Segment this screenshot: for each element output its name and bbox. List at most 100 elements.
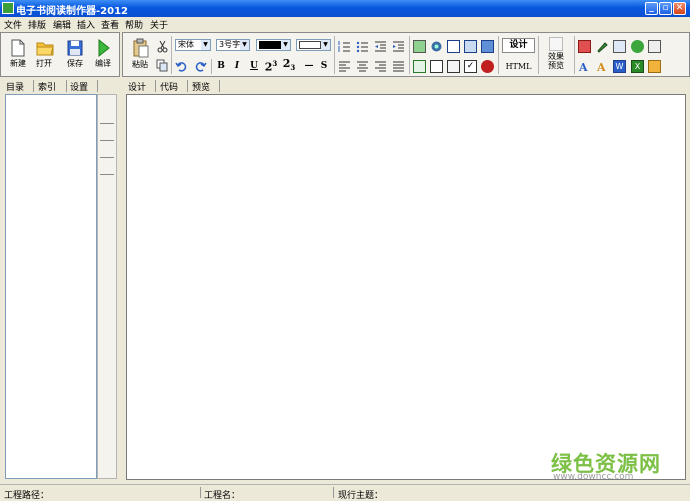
- chevron-down-icon: ▼: [201, 40, 210, 50]
- rainbow-text-icon[interactable]: A: [596, 60, 609, 74]
- design-mode-button[interactable]: 设计: [502, 38, 535, 53]
- text-color-select[interactable]: ▼: [256, 39, 291, 51]
- menu-insert[interactable]: 插入: [77, 18, 95, 31]
- app-icon: [2, 2, 14, 14]
- left-side-strip: [97, 94, 117, 479]
- insert-grid-icon[interactable]: [481, 40, 494, 53]
- superscript-button[interactable]: 23: [264, 57, 278, 74]
- tab-divider: [97, 80, 98, 92]
- align-left-icon[interactable]: [338, 60, 351, 73]
- menu-edit[interactable]: 编辑: [53, 18, 71, 31]
- settings-icon[interactable]: [648, 40, 661, 53]
- insert-frame-icon[interactable]: [447, 40, 460, 53]
- undo-icon[interactable]: [175, 60, 188, 73]
- globe-icon[interactable]: [631, 40, 644, 53]
- toolbar-separator: [334, 36, 335, 74]
- chevron-down-icon: ▼: [281, 40, 290, 50]
- tab-preview[interactable]: 预览: [192, 80, 210, 93]
- underline-button[interactable]: U: [247, 59, 261, 73]
- tab-design[interactable]: 设计: [128, 80, 146, 93]
- word-icon[interactable]: W: [613, 60, 626, 73]
- compile-label: 编译: [95, 59, 111, 68]
- palette-icon[interactable]: [648, 60, 661, 73]
- insert-link-icon[interactable]: [413, 60, 426, 73]
- menu-view[interactable]: 查看: [101, 18, 119, 31]
- clipboard-icon: [132, 38, 149, 58]
- new-button[interactable]: 新建: [8, 39, 28, 69]
- preview-effect-button[interactable]: 效果预览: [541, 37, 571, 75]
- save-button[interactable]: 保存: [65, 39, 85, 69]
- insert-table-icon[interactable]: [464, 40, 477, 53]
- tab-code[interactable]: 代码: [160, 80, 178, 93]
- chevron-down-icon: ▼: [321, 40, 330, 50]
- italic-button[interactable]: I: [230, 59, 244, 73]
- size-select[interactable]: 3号字 ▼: [216, 39, 250, 51]
- excel-icon[interactable]: X: [631, 60, 644, 73]
- minimize-button[interactable]: _: [645, 2, 658, 15]
- watermark-url: www.downcc.com: [553, 472, 634, 482]
- outdent-icon[interactable]: [374, 40, 387, 53]
- tab-index[interactable]: 索引: [38, 80, 56, 93]
- open-button[interactable]: 打开: [34, 39, 54, 69]
- menu-file[interactable]: 文件: [4, 18, 22, 31]
- tab-divider: [33, 80, 34, 92]
- insert-image-icon[interactable]: [413, 40, 426, 53]
- save-label: 保存: [67, 59, 83, 68]
- align-justify-icon[interactable]: [392, 60, 405, 73]
- screen-icon[interactable]: [613, 40, 626, 53]
- horizontal-rule-button[interactable]: —: [302, 59, 316, 73]
- paste-label: 粘贴: [132, 60, 148, 69]
- bg-color-select[interactable]: ▼: [296, 39, 331, 51]
- menu-help[interactable]: 帮助: [125, 18, 143, 31]
- contents-tree-panel[interactable]: [5, 94, 97, 479]
- redo-icon[interactable]: [194, 60, 207, 73]
- compile-button[interactable]: 编译: [93, 38, 113, 69]
- superscript-exponent: 3: [272, 59, 278, 68]
- new-label: 新建: [10, 59, 26, 68]
- tab-settings[interactable]: 设置: [70, 80, 88, 93]
- indent-icon[interactable]: [392, 40, 405, 53]
- copy-icon[interactable]: [156, 59, 169, 72]
- toolbar-separator: [211, 59, 212, 74]
- text-style-icon[interactable]: A: [578, 60, 591, 74]
- menu-bar: 文件 排版 编辑 插入 查看 帮助 关于: [0, 17, 690, 31]
- subscript-exponent: 3: [290, 63, 296, 73]
- floppy-icon: [67, 39, 83, 57]
- insert-textbox-icon[interactable]: [430, 60, 443, 73]
- brush-icon[interactable]: [596, 40, 609, 53]
- menu-layout[interactable]: 排版: [28, 18, 46, 31]
- font-select[interactable]: 宋体 ▼: [175, 39, 211, 51]
- status-divider: [333, 487, 334, 498]
- align-center-icon[interactable]: [356, 60, 369, 73]
- close-button[interactable]: ✕: [673, 2, 686, 15]
- strike-button[interactable]: S: [317, 59, 331, 73]
- side-tab[interactable]: [100, 140, 114, 157]
- tab-contents[interactable]: 目录: [6, 80, 24, 93]
- menu-about[interactable]: 关于: [150, 18, 168, 31]
- html-mode-button[interactable]: HTML: [502, 59, 535, 74]
- insert-record-icon[interactable]: [481, 60, 494, 73]
- bold-button[interactable]: B: [214, 59, 228, 73]
- editor-area[interactable]: [126, 94, 686, 480]
- tab-divider: [219, 80, 220, 92]
- side-tab[interactable]: [100, 174, 114, 191]
- size-value: 3号字: [219, 40, 241, 49]
- cut-icon[interactable]: [156, 40, 169, 53]
- toolbar-separator: [498, 36, 499, 74]
- insert-media-icon[interactable]: [430, 40, 443, 53]
- bullet-list-icon[interactable]: [356, 40, 369, 53]
- side-tab[interactable]: [100, 157, 114, 174]
- subscript-button[interactable]: 23: [282, 57, 296, 73]
- current-theme-label: 现行主题：: [338, 491, 384, 501]
- paste-button[interactable]: 粘贴: [130, 38, 150, 70]
- toolbar-separator: [409, 36, 410, 74]
- insert-checkbox-icon[interactable]: ✓: [464, 60, 477, 73]
- align-right-icon[interactable]: [374, 60, 387, 73]
- maximize-button[interactable]: ▫: [659, 2, 672, 15]
- project-path-label: 工程路径：: [4, 491, 50, 501]
- insert-button-icon[interactable]: [447, 60, 460, 73]
- bookmark-icon[interactable]: [578, 40, 591, 53]
- new-file-icon: [10, 39, 26, 57]
- numbered-list-icon[interactable]: [338, 40, 351, 53]
- side-tab[interactable]: [100, 123, 114, 140]
